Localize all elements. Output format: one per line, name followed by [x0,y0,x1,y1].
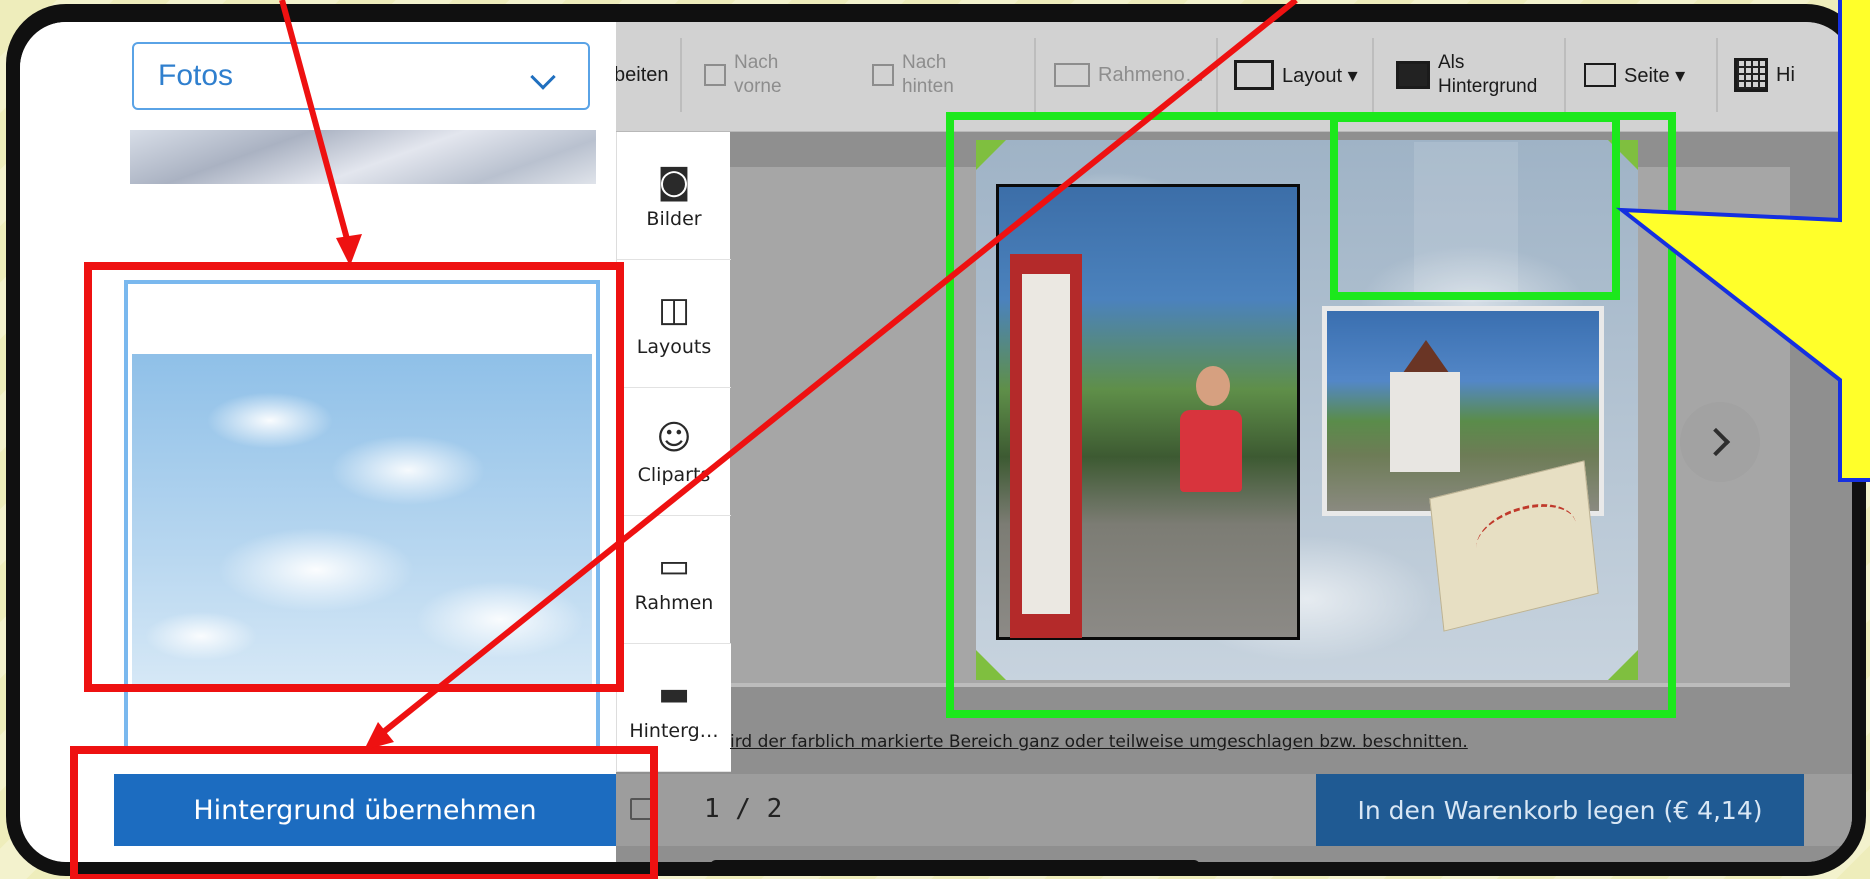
page-indicator: 1 / 2 [704,794,783,824]
bring-forward-line2: vorne [734,76,782,97]
category-select[interactable]: Fotos [132,42,590,110]
bring-forward-button[interactable]: Nach vorne [704,38,782,112]
smiley-icon: ☺ [656,417,692,458]
help-label: Hi [1776,63,1795,86]
crop-hint-text: ird der farblich markierte Bereich ganz … [730,732,1468,752]
tool-layouts[interactable]: ◫ Layouts [617,260,731,388]
tool-images[interactable]: ◙ Bilder [617,132,731,260]
annotation-box-apply-button [70,746,658,879]
chevron-down-icon [530,64,556,90]
frame-icon: ▭ [657,545,691,586]
toolbar-divider [680,38,682,112]
toolbar-divider [1564,38,1566,112]
tool-label: Layouts [636,335,712,358]
background-thumbnail[interactable] [130,130,596,184]
cut-label: beiten [614,63,669,86]
grid-icon [1734,58,1768,92]
toolbar-divider [1716,38,1718,112]
page-dropdown[interactable]: Seite ▾ [1584,38,1685,112]
annotation-box-thumbnail [84,262,624,692]
home-indicator [710,860,1200,862]
add-to-cart-button[interactable]: In den Warenkorb legen (€ 4,14) [1316,774,1804,846]
layout-icon: ◫ [657,289,691,330]
layout-icon [1234,60,1274,90]
set-as-background-button[interactable]: Als Hintergrund [1396,38,1537,112]
background-line1: Als [1438,52,1465,73]
chevron-right-icon [1701,427,1731,457]
tool-cliparts[interactable]: ☺ Cliparts [617,388,731,516]
grid-help-button[interactable]: Hi [1734,38,1795,112]
toolbar-divider [1372,38,1374,112]
toolbar-divider [1216,38,1218,112]
frame-options-button[interactable]: Rahmeno… [1054,38,1205,112]
cut-button[interactable]: beiten [614,38,669,112]
next-page-button[interactable] [1680,402,1760,482]
background-icon: ▬ [657,673,691,714]
category-select-value: Fotos [158,59,234,92]
tool-label: Hinterg… [629,719,719,742]
camera-icon: ◙ [657,161,691,202]
tool-label: Rahmen [634,591,714,614]
send-backward-icon [872,64,894,86]
tool-label: Cliparts [637,463,711,486]
toolbar-divider [1034,38,1036,112]
tool-frames[interactable]: ▭ Rahmen [617,516,731,644]
book-icon [1584,63,1616,87]
send-backward-line2: hinten [902,76,954,97]
layout-label: Layout ▾ [1282,64,1358,87]
send-backward-button[interactable]: Nach hinten [872,38,954,112]
tool-label: Bilder [646,207,702,230]
layout-dropdown[interactable]: Layout ▾ [1234,38,1358,112]
image-icon [1396,61,1430,89]
send-backward-line1: Nach [902,52,947,73]
bring-forward-icon [704,64,726,86]
background-line2: Hintergrund [1438,76,1538,97]
frame-options-label: Rahmeno… [1098,63,1205,86]
annotation-box-background-strip [1330,114,1620,300]
page-label: Seite ▾ [1624,64,1686,87]
bring-forward-line1: Nach [734,52,779,73]
tool-rail: ◙ Bilder ◫ Layouts ☺ Cliparts ▭ Rahmen ▬… [616,132,731,772]
frame-options-icon [1054,63,1090,87]
